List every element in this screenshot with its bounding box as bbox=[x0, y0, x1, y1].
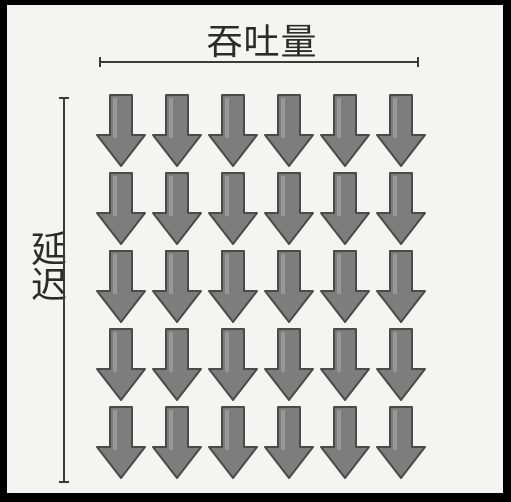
down-arrow-icon bbox=[376, 328, 426, 401]
down-arrow-icon bbox=[152, 328, 202, 401]
down-arrow-icon bbox=[264, 328, 314, 401]
down-arrow-icon bbox=[376, 94, 426, 167]
down-arrow-icon bbox=[264, 406, 314, 479]
down-arrow-icon bbox=[152, 94, 202, 167]
down-arrow-icon bbox=[264, 94, 314, 167]
throughput-bracket bbox=[99, 57, 419, 67]
diagram-panel: 吞吐量 延迟 bbox=[7, 5, 503, 493]
image-frame: 吞吐量 延迟 bbox=[0, 0, 511, 502]
down-arrow-icon bbox=[96, 172, 146, 245]
down-arrow-icon bbox=[208, 172, 258, 245]
down-arrow-icon bbox=[208, 406, 258, 479]
down-arrow-icon bbox=[320, 250, 370, 323]
down-arrow-icon bbox=[96, 406, 146, 479]
down-arrow-icon bbox=[152, 406, 202, 479]
down-arrow-icon bbox=[320, 172, 370, 245]
down-arrow-icon bbox=[264, 172, 314, 245]
down-arrow-icon bbox=[96, 328, 146, 401]
arrow-grid bbox=[95, 93, 435, 488]
down-arrow-icon bbox=[376, 406, 426, 479]
down-arrow-icon bbox=[320, 94, 370, 167]
down-arrow-icon bbox=[152, 250, 202, 323]
down-arrow-icon bbox=[96, 94, 146, 167]
down-arrow-icon bbox=[264, 250, 314, 323]
down-arrow-icon bbox=[152, 172, 202, 245]
latency-label: 延迟 bbox=[25, 230, 66, 302]
down-arrow-icon bbox=[376, 250, 426, 323]
down-arrow-icon bbox=[376, 172, 426, 245]
down-arrow-icon bbox=[208, 94, 258, 167]
down-arrow-icon bbox=[320, 328, 370, 401]
down-arrow-icon bbox=[208, 328, 258, 401]
down-arrow-icon bbox=[208, 250, 258, 323]
down-arrow-icon bbox=[96, 250, 146, 323]
latency-bracket bbox=[59, 97, 69, 483]
throughput-label: 吞吐量 bbox=[206, 22, 318, 63]
down-arrow-icon bbox=[320, 406, 370, 479]
